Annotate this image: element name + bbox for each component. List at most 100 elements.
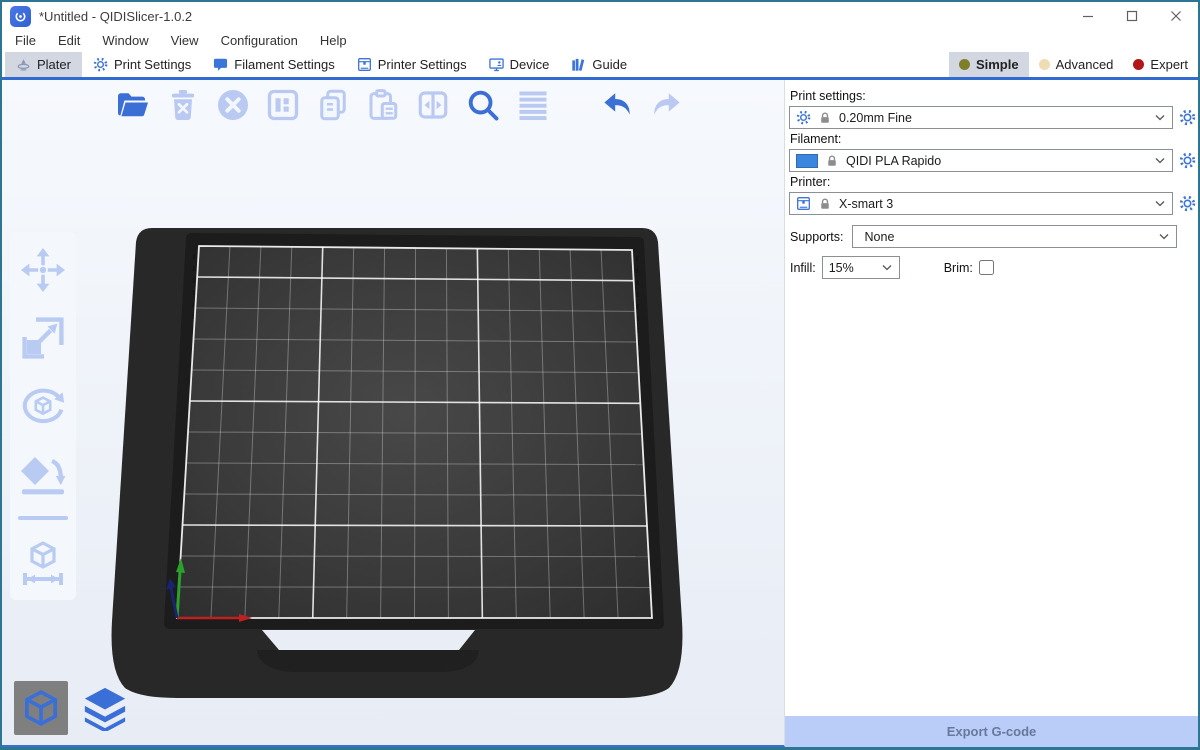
- chevron-down-icon: [1154, 197, 1166, 211]
- tab-device[interactable]: Device: [478, 52, 561, 77]
- search-icon[interactable]: [464, 86, 502, 124]
- filament-gear-button[interactable]: [1179, 152, 1196, 169]
- minimize-button[interactable]: [1066, 2, 1110, 30]
- chevron-down-icon: [1158, 230, 1170, 244]
- gear-icon: [93, 57, 108, 72]
- window-controls: [1066, 2, 1198, 30]
- scale-icon[interactable]: [17, 312, 69, 364]
- split-to-objects-icon[interactable]: [414, 86, 452, 124]
- lock-icon: [818, 197, 832, 211]
- tab-printer-settings[interactable]: Printer Settings: [346, 52, 478, 77]
- mode-simple[interactable]: Simple: [949, 52, 1029, 77]
- infill-combo[interactable]: 15%: [822, 256, 900, 279]
- mode-advanced[interactable]: Advanced: [1029, 52, 1124, 77]
- supports-value: None: [865, 230, 895, 244]
- settings-panel: Print settings: 0.20mm Fine Filament: QI…: [785, 80, 1198, 747]
- menu-window[interactable]: Window: [91, 30, 159, 52]
- maximize-button[interactable]: [1110, 2, 1154, 30]
- export-gcode-button[interactable]: Export G-code: [785, 716, 1198, 747]
- move-icon[interactable]: [17, 244, 69, 296]
- preview-view-icon[interactable]: [78, 681, 132, 735]
- filament-label: Filament:: [790, 132, 1198, 146]
- viewport-toolbar: [114, 86, 686, 124]
- filament-icon: [213, 57, 228, 72]
- supports-combo[interactable]: None: [852, 225, 1177, 248]
- filament-value: QIDI PLA Rapido: [846, 154, 941, 168]
- tab-guide[interactable]: Guide: [560, 52, 638, 77]
- title-bar: *Untitled - QIDISlicer-1.0.2: [2, 2, 1198, 30]
- printer-icon: [357, 57, 372, 72]
- lock-icon: [825, 154, 839, 168]
- device-icon: [489, 57, 504, 72]
- mode-expert[interactable]: Expert: [1123, 52, 1198, 77]
- menu-file[interactable]: File: [4, 30, 47, 52]
- arrange-icon[interactable]: [264, 86, 302, 124]
- open-file-icon[interactable]: [114, 86, 152, 124]
- menu-edit[interactable]: Edit: [47, 30, 91, 52]
- menu-configuration[interactable]: Configuration: [210, 30, 309, 52]
- printer-label: Printer:: [790, 175, 1198, 189]
- tab-bar: Plater Print Settings Filament Settings …: [2, 52, 1198, 80]
- chevron-down-icon: [881, 261, 893, 275]
- 3d-editor-view-icon[interactable]: [14, 681, 68, 735]
- advanced-mode-dot: [1039, 59, 1050, 70]
- filament-color-swatch: [796, 154, 818, 168]
- copy-icon[interactable]: [314, 86, 352, 124]
- tab-print-settings[interactable]: Print Settings: [82, 52, 202, 77]
- menu-bar: File Edit Window View Configuration Help: [2, 30, 1198, 52]
- tab-filament-settings[interactable]: Filament Settings: [202, 52, 345, 77]
- chevron-down-icon: [1154, 154, 1166, 168]
- gizmo-separator: [18, 516, 68, 520]
- lock-icon: [818, 111, 832, 125]
- view-switcher: [14, 681, 132, 735]
- tab-label: Print Settings: [114, 57, 191, 72]
- undo-icon[interactable]: [598, 86, 636, 124]
- redo-icon[interactable]: [648, 86, 686, 124]
- print-settings-combo[interactable]: 0.20mm Fine: [789, 106, 1173, 129]
- handle-cutout: [262, 630, 475, 650]
- paste-icon[interactable]: [364, 86, 402, 124]
- simple-mode-dot: [959, 59, 970, 70]
- filament-combo[interactable]: QIDI PLA Rapido: [789, 149, 1173, 172]
- mode-label: Advanced: [1056, 57, 1114, 72]
- gizmo-toolbar: [10, 232, 76, 600]
- tab-plater[interactable]: Plater: [5, 52, 82, 77]
- printer-icon: [796, 196, 811, 211]
- brim-checkbox[interactable]: [979, 260, 994, 275]
- close-button[interactable]: [1154, 2, 1198, 30]
- printer-gear-button[interactable]: [1179, 195, 1196, 212]
- place-on-face-icon[interactable]: [17, 448, 69, 500]
- app-logo-icon: [10, 6, 31, 27]
- variable-layer-height-icon[interactable]: [514, 86, 552, 124]
- brim-label: Brim:: [944, 261, 973, 275]
- menu-help[interactable]: Help: [309, 30, 358, 52]
- infill-value: 15%: [829, 261, 854, 275]
- gear-icon: [796, 110, 811, 125]
- infill-label: Infill:: [790, 261, 816, 275]
- print-settings-value: 0.20mm Fine: [839, 111, 912, 125]
- print-settings-label: Print settings:: [790, 89, 1198, 103]
- delete-all-icon[interactable]: [214, 86, 252, 124]
- mode-label: Simple: [976, 57, 1019, 72]
- tab-label: Guide: [592, 57, 627, 72]
- tab-label: Printer Settings: [378, 57, 467, 72]
- print-settings-gear-button[interactable]: [1179, 109, 1196, 126]
- printer-value: X-smart 3: [839, 197, 893, 211]
- chevron-down-icon: [1154, 111, 1166, 125]
- menu-view[interactable]: View: [160, 30, 210, 52]
- expert-mode-dot: [1133, 59, 1144, 70]
- tabbar-spacer: [638, 52, 949, 77]
- supports-label: Supports:: [790, 230, 844, 244]
- mode-label: Expert: [1150, 57, 1188, 72]
- rotate-icon[interactable]: [17, 380, 69, 432]
- printer-bed[interactable]: [107, 226, 687, 704]
- guide-icon: [571, 57, 586, 72]
- plater-icon: [16, 57, 31, 72]
- 3d-viewport[interactable]: [2, 80, 785, 747]
- tab-label: Plater: [37, 57, 71, 72]
- app-window: *Untitled - QIDISlicer-1.0.2 File Edit W…: [0, 0, 1200, 750]
- measure-icon[interactable]: [17, 536, 69, 588]
- tab-label: Filament Settings: [234, 57, 334, 72]
- delete-icon[interactable]: [164, 86, 202, 124]
- printer-combo[interactable]: X-smart 3: [789, 192, 1173, 215]
